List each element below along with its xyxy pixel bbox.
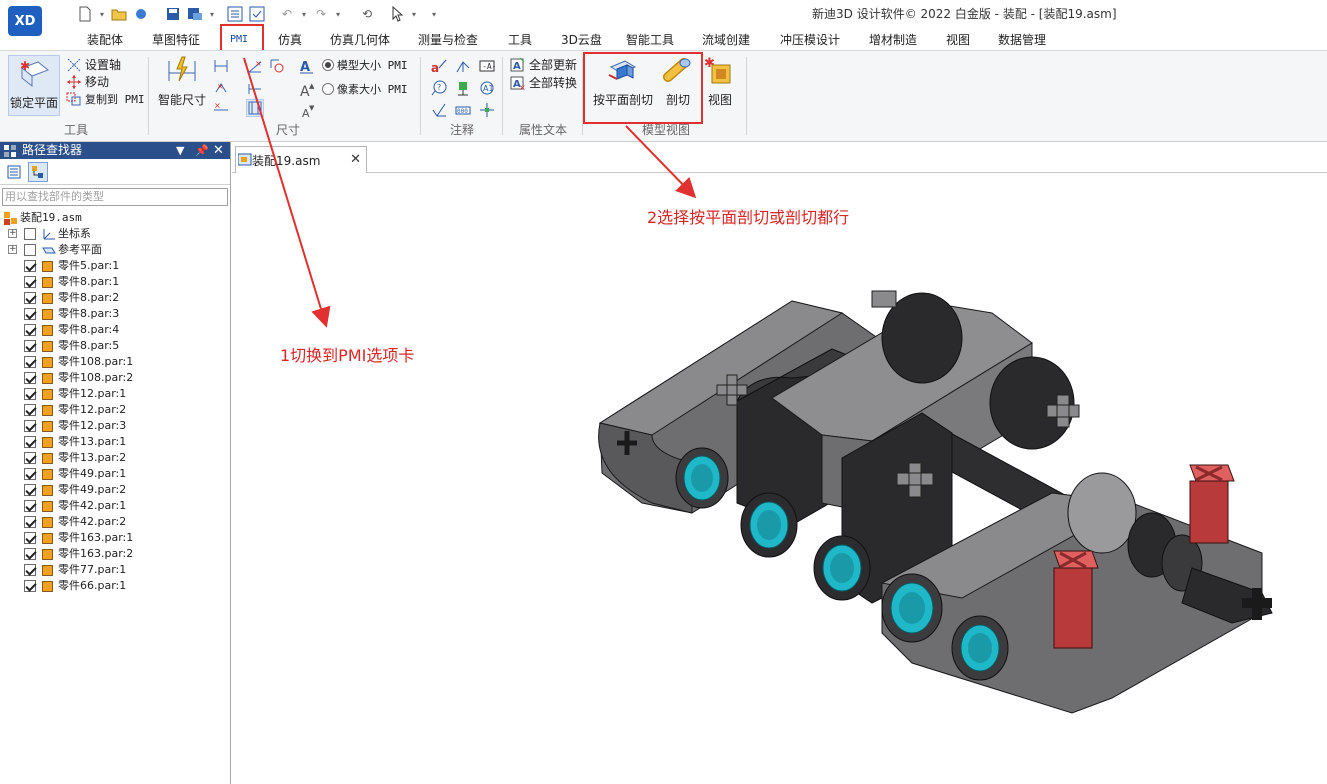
- annotation-step-1: 1切换到PMI选项卡: [280, 346, 415, 365]
- annotation-step-2: 2选择按平面剖切或剖切都行: [647, 208, 850, 227]
- annotation-arrows: [243, 57, 697, 328]
